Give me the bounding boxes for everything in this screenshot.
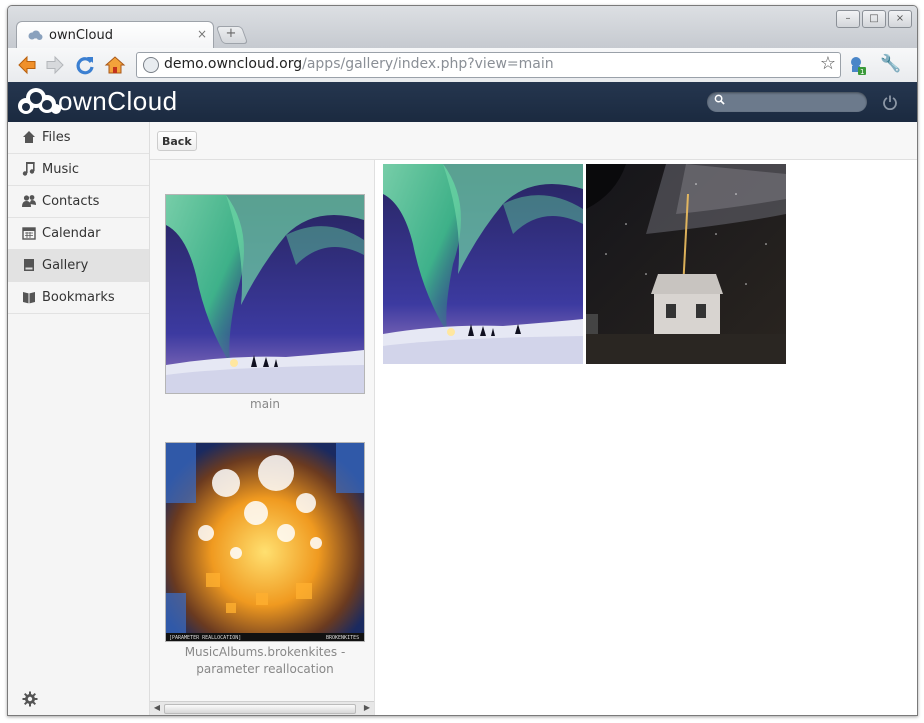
- tab-title: ownCloud: [49, 28, 113, 43]
- sidebar-item-label: Contacts: [42, 194, 100, 209]
- sidebar-item-label: Calendar: [42, 226, 101, 241]
- album-caption-line: parameter reallocation: [196, 662, 334, 676]
- album-item[interactable]: [PARAMETER REALLOCATION] BROKENKITES Mus…: [165, 442, 365, 678]
- sidebar-item-label: Gallery: [42, 258, 89, 273]
- sidebar-item-calendar[interactable]: Calendar: [8, 218, 149, 250]
- browser-tab[interactable]: ownCloud ×: [16, 21, 214, 50]
- new-tab-button[interactable]: +: [215, 26, 249, 44]
- book-icon: [23, 292, 35, 304]
- svg-text:BROKENKITES: BROKENKITES: [326, 635, 359, 641]
- cloud-favicon-icon: [28, 30, 43, 40]
- address-bar[interactable]: demo.owncloud.org/apps/gallery/index.php…: [136, 52, 841, 78]
- logout-power-icon[interactable]: [882, 94, 898, 110]
- photo-grid: [375, 160, 917, 715]
- photo-aurora[interactable]: [383, 164, 583, 364]
- plus-icon: +: [225, 26, 237, 41]
- sidebar-item-music[interactable]: Music: [8, 154, 149, 186]
- svg-text:[PARAMETER REALLOCATION]: [PARAMETER REALLOCATION]: [169, 635, 241, 641]
- music-note-icon: [22, 162, 35, 176]
- gallery-controls: Back: [150, 122, 917, 160]
- app-navigation: Files Music Contacts Calendar Gallery Bo…: [8, 122, 150, 715]
- svg-text:1: 1: [860, 68, 864, 76]
- maximize-button[interactable]: □: [862, 10, 886, 28]
- sidebar-item-label: Files: [42, 130, 71, 145]
- album-caption: main: [250, 397, 280, 411]
- people-icon: [22, 195, 36, 207]
- album-caption: MusicAlbums.brokenkites - parameter real…: [165, 644, 365, 678]
- bookmark-star-icon[interactable]: ☆: [820, 53, 836, 74]
- sidebar-item-bookmarks[interactable]: Bookmarks: [8, 282, 149, 314]
- calendar-icon: [22, 227, 36, 240]
- url-host: demo.owncloud.org: [164, 56, 303, 72]
- tab-strip: ownCloud × + – □ ×: [8, 6, 917, 50]
- photo-observatory[interactable]: [586, 164, 786, 364]
- home-button-icon[interactable]: [104, 54, 126, 76]
- sidebar-item-contacts[interactable]: Contacts: [8, 186, 149, 218]
- picture-icon: [24, 259, 34, 271]
- scroll-left-icon[interactable]: ◀: [152, 703, 162, 713]
- sidebar-item-files[interactable]: Files: [8, 122, 149, 154]
- url-path: /apps/gallery/index.php?view=main: [302, 56, 554, 72]
- music-album-thumbnail-image: [PARAMETER REALLOCATION] BROKENKITES: [166, 443, 364, 641]
- window-controls: – □ ×: [836, 10, 912, 28]
- aurora-thumbnail-image: [166, 195, 364, 393]
- home-icon: [23, 131, 35, 143]
- settings-gear-icon[interactable]: [22, 691, 38, 707]
- forward-arrow-icon[interactable]: [44, 54, 66, 76]
- back-button[interactable]: Back: [157, 131, 197, 151]
- scrollbar-thumb[interactable]: [164, 704, 356, 714]
- observatory-photo-image: [586, 164, 786, 364]
- url-text: demo.owncloud.org/apps/gallery/index.php…: [164, 56, 554, 72]
- sidebar-item-label: Music: [42, 162, 79, 177]
- scroll-right-icon[interactable]: ▶: [362, 703, 372, 713]
- close-window-button[interactable]: ×: [888, 10, 912, 28]
- aurora-photo-image: [383, 164, 583, 364]
- extension-icon[interactable]: 1: [848, 56, 866, 76]
- minimize-button[interactable]: –: [836, 10, 860, 28]
- browser-toolbar: demo.owncloud.org/apps/gallery/index.php…: [8, 48, 917, 83]
- wrench-icon[interactable]: 🔧: [880, 54, 901, 74]
- browser-window: ownCloud × + – □ × demo.owncloud.org/app…: [7, 5, 918, 716]
- album-thumbnail[interactable]: [165, 194, 365, 394]
- sidebar-item-gallery[interactable]: Gallery: [8, 250, 149, 282]
- reload-icon[interactable]: [74, 54, 96, 76]
- tab-close-icon[interactable]: ×: [197, 27, 207, 41]
- album-caption-line: MusicAlbums.brokenkites -: [184, 645, 346, 659]
- horizontal-scrollbar[interactable]: ◀ ▶: [150, 701, 374, 715]
- sidebar-item-label: Bookmarks: [42, 290, 115, 305]
- search-box[interactable]: [707, 92, 867, 112]
- back-arrow-icon[interactable]: [16, 54, 38, 76]
- album-thumbnail[interactable]: [PARAMETER REALLOCATION] BROKENKITES: [165, 442, 365, 642]
- search-icon: [714, 94, 725, 105]
- search-input[interactable]: [731, 93, 865, 111]
- owncloud-logo-icon: [18, 88, 61, 114]
- owncloud-header: ownCloud: [8, 82, 917, 122]
- owncloud-logo-text: ownCloud: [58, 86, 178, 116]
- globe-icon: [143, 57, 159, 73]
- album-list: main [PARAMETER REALLOCATION] BROKENKITE: [150, 160, 375, 715]
- album-item[interactable]: main: [165, 194, 365, 413]
